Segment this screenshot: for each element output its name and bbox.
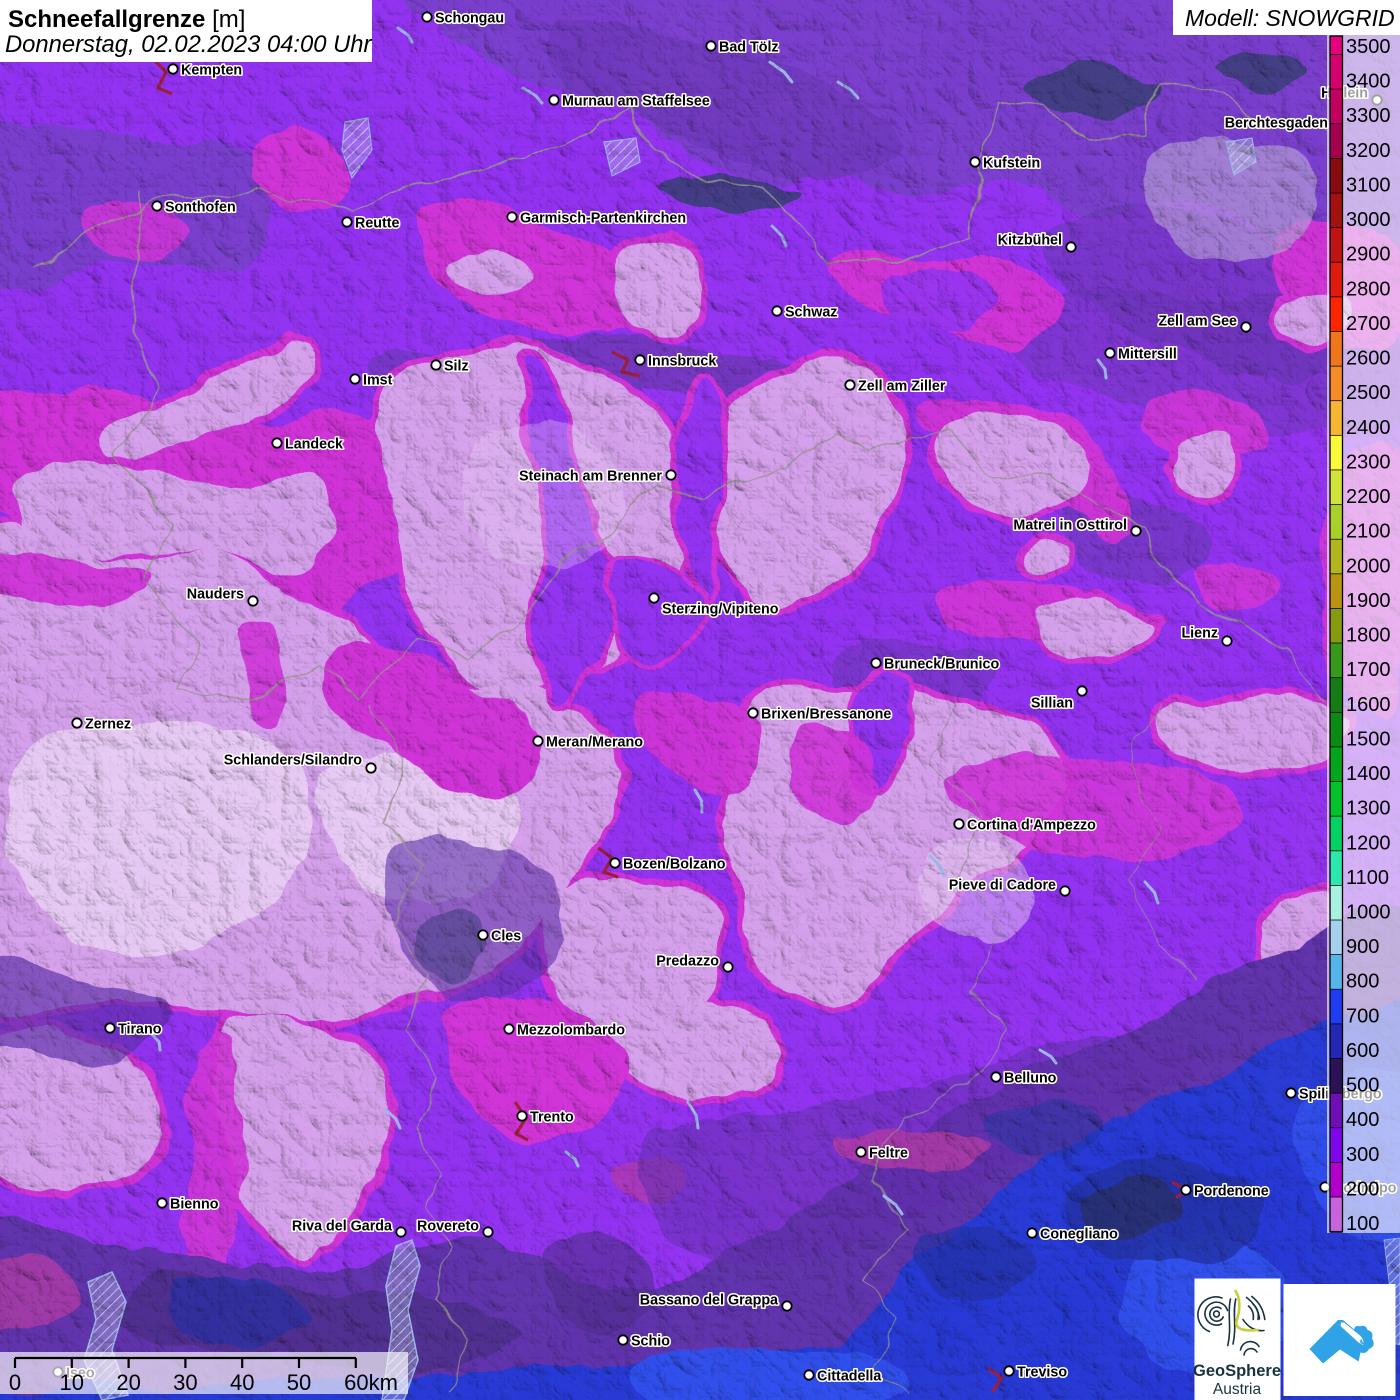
svg-text:Murnau am Staffelsee: Murnau am Staffelsee	[562, 93, 710, 109]
svg-text:1000: 1000	[1346, 902, 1391, 924]
svg-text:0: 0	[9, 1370, 21, 1395]
svg-text:Sillian: Sillian	[1031, 695, 1073, 711]
svg-text:Tirano: Tirano	[118, 1021, 162, 1037]
svg-text:GeoSphere: GeoSphere	[1193, 1362, 1281, 1380]
svg-text:Garmisch-Partenkirchen: Garmisch-Partenkirchen	[520, 210, 686, 226]
svg-text:2700: 2700	[1346, 313, 1391, 335]
svg-text:Riva del Garda: Riva del Garda	[292, 1218, 393, 1234]
svg-text:Schongau: Schongau	[435, 10, 504, 26]
svg-text:Modell: SNOWGRID: Modell: SNOWGRID	[1185, 5, 1395, 31]
svg-text:Zell am See: Zell am See	[1158, 313, 1237, 329]
svg-text:1100: 1100	[1346, 867, 1389, 889]
svg-text:Mittersill: Mittersill	[1118, 346, 1177, 362]
svg-text:3000: 3000	[1346, 209, 1391, 231]
svg-text:Zernez: Zernez	[85, 716, 131, 732]
svg-text:2600: 2600	[1346, 348, 1391, 370]
svg-text:900: 900	[1346, 936, 1379, 958]
svg-text:Sonthofen: Sonthofen	[165, 199, 236, 215]
svg-text:1400: 1400	[1346, 763, 1391, 785]
svg-text:1900: 1900	[1346, 590, 1391, 612]
svg-text:1600: 1600	[1346, 694, 1391, 716]
svg-text:Bad Tölz: Bad Tölz	[719, 39, 779, 55]
svg-text:Trento: Trento	[530, 1109, 574, 1125]
svg-text:20: 20	[116, 1370, 140, 1395]
svg-text:Donnerstag, 02.02.2023 04:00 U: Donnerstag, 02.02.2023 04:00 Uhr	[5, 31, 373, 58]
svg-text:300: 300	[1346, 1144, 1379, 1166]
svg-text:2200: 2200	[1346, 486, 1391, 508]
svg-text:2400: 2400	[1346, 417, 1391, 439]
svg-text:400: 400	[1346, 1109, 1379, 1131]
svg-text:Schio: Schio	[631, 1333, 670, 1349]
svg-text:Mezzolombardo: Mezzolombardo	[517, 1022, 625, 1038]
svg-text:1700: 1700	[1346, 659, 1391, 681]
svg-text:3400: 3400	[1346, 71, 1391, 93]
svg-text:Pordenone: Pordenone	[1194, 1183, 1269, 1199]
svg-text:60km: 60km	[344, 1370, 398, 1395]
svg-text:Schwaz: Schwaz	[785, 304, 837, 320]
svg-text:40: 40	[230, 1370, 254, 1395]
svg-text:2800: 2800	[1346, 278, 1391, 300]
svg-text:Landeck: Landeck	[285, 436, 343, 452]
svg-text:Kufstein: Kufstein	[983, 155, 1040, 171]
svg-text:30: 30	[173, 1370, 197, 1395]
svg-text:Brixen/Bressanone: Brixen/Bressanone	[761, 706, 891, 722]
svg-text:2300: 2300	[1346, 451, 1391, 473]
svg-text:Matrei in Osttirol: Matrei in Osttirol	[1013, 517, 1127, 533]
svg-text:3300: 3300	[1346, 105, 1391, 127]
svg-text:1800: 1800	[1346, 625, 1391, 647]
svg-text:2100: 2100	[1346, 521, 1391, 543]
svg-text:Kitzbühel: Kitzbühel	[998, 232, 1062, 248]
svg-text:Bruneck/Brunico: Bruneck/Brunico	[884, 656, 999, 672]
svg-text:Schlanders/Silandro: Schlanders/Silandro	[224, 752, 363, 768]
svg-text:Cles: Cles	[491, 928, 521, 944]
svg-text:Cittadella: Cittadella	[817, 1368, 882, 1384]
svg-text:Predazzo: Predazzo	[656, 953, 719, 969]
svg-text:Berchtesgaden: Berchtesgaden	[1225, 115, 1328, 131]
svg-text:2900: 2900	[1346, 244, 1391, 266]
svg-text:3100: 3100	[1346, 175, 1391, 197]
svg-text:10: 10	[60, 1370, 84, 1395]
svg-text:700: 700	[1346, 1005, 1379, 1027]
svg-text:Austria: Austria	[1213, 1381, 1262, 1398]
svg-text:Imst: Imst	[363, 372, 393, 388]
svg-text:1200: 1200	[1346, 832, 1391, 854]
svg-text:3500: 3500	[1346, 36, 1391, 58]
svg-text:50: 50	[287, 1370, 311, 1395]
svg-text:Treviso: Treviso	[1017, 1364, 1067, 1380]
svg-text:500: 500	[1346, 1075, 1379, 1097]
svg-text:Bienno: Bienno	[170, 1196, 219, 1212]
svg-text:Sterzing/Vipiteno: Sterzing/Vipiteno	[662, 601, 779, 617]
svg-text:Silz: Silz	[444, 358, 469, 374]
svg-text:Pieve di Cadore: Pieve di Cadore	[949, 877, 1056, 893]
svg-text:Reutte: Reutte	[355, 215, 400, 231]
svg-text:600: 600	[1346, 1040, 1379, 1062]
svg-text:Bozen/Bolzano: Bozen/Bolzano	[623, 856, 726, 872]
svg-text:Conegliano: Conegliano	[1040, 1226, 1118, 1242]
svg-text:Zell am Ziller: Zell am Ziller	[858, 378, 946, 394]
svg-text:Schneefallgrenze [m]: Schneefallgrenze [m]	[8, 6, 245, 33]
svg-text:Steinach am Brenner: Steinach am Brenner	[519, 468, 662, 484]
svg-text:Belluno: Belluno	[1004, 1070, 1057, 1086]
svg-text:Kempten: Kempten	[181, 62, 242, 78]
svg-text:Meran/Merano: Meran/Merano	[546, 734, 643, 750]
svg-text:2000: 2000	[1346, 555, 1391, 577]
svg-text:Innsbruck: Innsbruck	[648, 353, 716, 369]
svg-text:200: 200	[1346, 1179, 1379, 1201]
svg-text:Cortina d'Ampezzo: Cortina d'Ampezzo	[967, 817, 1096, 833]
svg-text:Feltre: Feltre	[869, 1145, 908, 1161]
svg-text:1300: 1300	[1346, 798, 1391, 820]
svg-text:3200: 3200	[1346, 140, 1391, 162]
svg-text:100: 100	[1346, 1213, 1379, 1235]
svg-text:Lienz: Lienz	[1181, 625, 1218, 641]
svg-text:Bassano del Grappa: Bassano del Grappa	[640, 1292, 779, 1308]
svg-text:800: 800	[1346, 971, 1379, 993]
svg-text:Rovereto: Rovereto	[417, 1218, 479, 1234]
svg-text:1500: 1500	[1346, 728, 1391, 750]
svg-text:Nauders: Nauders	[187, 586, 244, 602]
svg-text:2500: 2500	[1346, 382, 1391, 404]
